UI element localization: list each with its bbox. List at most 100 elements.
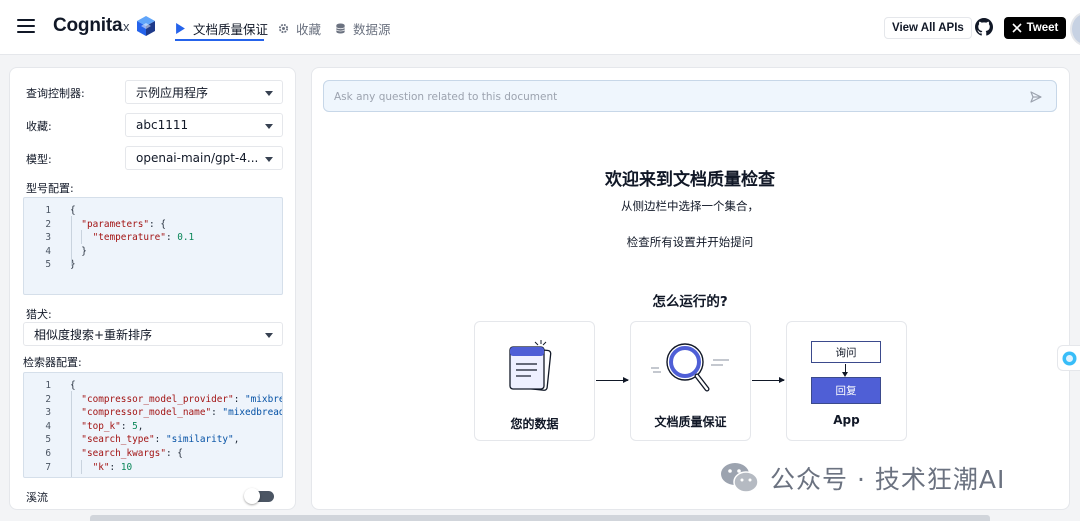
code-line: 6 "search_kwargs": { (24, 447, 282, 461)
top-header: Cognita x 文档质量保证 收藏 数据源 View All APIs Tw… (0, 0, 1080, 55)
code-text: "search_kwargs": { (81, 448, 183, 459)
chevron-down-icon (265, 333, 273, 338)
code-line: 4 } (24, 245, 282, 259)
flow-arrow (596, 377, 629, 383)
cube-logo-icon (137, 16, 155, 36)
model-value: openai-main/gpt-4... (136, 151, 259, 165)
retriever-config-editor[interactable]: 1{2 "compressor_model_provider": "mixbre… (23, 372, 283, 478)
step-label: 文档质量保证 (654, 415, 727, 429)
send-icon[interactable] (1030, 91, 1042, 103)
tab-collections[interactable]: 收藏 (278, 16, 321, 40)
brand-name: Cognita (53, 15, 123, 36)
welcome-instructions: 检查所有设置并开始提问 (626, 235, 754, 249)
step-label: App (833, 413, 860, 427)
view-all-apis-button[interactable]: View All APIs (884, 17, 972, 39)
model-config-editor[interactable]: 1{2 "parameters": {3 "temperature": 0.1 4… (23, 197, 283, 295)
x-logo-icon (1012, 23, 1022, 33)
line-number: 7 (45, 461, 51, 473)
indent-guide (81, 230, 82, 244)
query-controller-select[interactable]: 示例应用程序 (125, 80, 283, 104)
avatar[interactable] (1070, 12, 1080, 46)
app-flow-arrow (842, 364, 848, 377)
retriever-config-label: 检索器配置: (23, 356, 82, 369)
toggle-knob (244, 488, 260, 504)
query-controller-label: 查询控制器: (26, 87, 85, 100)
retriever-label: 猎犬: (26, 308, 52, 321)
line-number: 5 (45, 434, 51, 446)
tab-label: 数据源 (353, 21, 391, 37)
model-select[interactable]: openai-main/gpt-4... (125, 146, 283, 170)
tab-data-sources[interactable]: 数据源 (335, 16, 391, 40)
wechat-watermark: 公众号 · 技术狂潮AI (720, 458, 1005, 498)
indent-guide (81, 460, 82, 474)
collection-select[interactable]: abc1111 (125, 113, 283, 137)
retriever-select[interactable]: 相似度搜索+重新排序 (23, 322, 283, 346)
model-label: 模型: (26, 153, 52, 166)
chevron-down-icon (265, 91, 273, 96)
code-line: 5} (24, 258, 282, 272)
indent-guide (71, 391, 72, 477)
stream-toggle[interactable] (244, 488, 274, 504)
code-text: } (70, 245, 87, 257)
question-input-box (323, 80, 1057, 112)
line-number: 2 (45, 393, 51, 405)
code-line: 5 "search_type": "similarity", (24, 433, 282, 447)
wechat-icon (721, 463, 759, 493)
code-text: "top_k": 5, (81, 420, 144, 432)
documents-icon (509, 340, 552, 391)
code-text: "parameters": { (81, 218, 166, 230)
chevron-down-icon (265, 124, 273, 129)
assistant-icon (1062, 351, 1077, 366)
code-line: 4 "top_k": 5, (24, 420, 282, 434)
app-query-box: 询问 (811, 341, 881, 363)
line-number: 4 (45, 245, 51, 257)
tab-document-qa[interactable]: 文档质量保证 (175, 16, 268, 40)
line-number: 3 (45, 232, 51, 244)
magnifier-icon (651, 343, 729, 392)
model-config-label: 型号配置: (26, 182, 74, 195)
chat-panel (311, 67, 1070, 510)
tweet-label: Tweet (1026, 22, 1059, 34)
line-number: 2 (45, 218, 51, 230)
line-number: 3 (45, 407, 51, 419)
welcome-title: 欢迎来到文档质量检查 (605, 170, 775, 190)
collection-label: 收藏: (26, 120, 52, 133)
line-number: 1 (45, 380, 51, 391)
code-line: 1{ (24, 379, 282, 393)
active-tab-indicator (175, 39, 264, 41)
menu-icon[interactable] (17, 19, 35, 33)
line-number: 1 (45, 205, 51, 216)
code-text: "k": 10 (92, 461, 133, 473)
query-controller-value: 示例应用程序 (136, 85, 209, 100)
code-line: 7 "k": 10 (24, 461, 282, 475)
database-icon (336, 22, 345, 34)
step-card-document-qa: 文档质量保证 (630, 321, 751, 441)
question-input[interactable] (334, 89, 1014, 105)
tweet-button[interactable]: Tweet (1004, 17, 1066, 39)
line-number: 4 (45, 420, 51, 432)
line-number: 6 (45, 448, 51, 459)
welcome-subtitle: 从侧边栏中选择一个集合， (621, 199, 759, 213)
code-line: 3 "compressor_model_name": "mixedbread-a… (24, 406, 282, 420)
tab-label: 收藏 (296, 21, 322, 37)
step-label: 您的数据 (510, 417, 559, 431)
flow-arrow (752, 377, 785, 383)
watermark-text: 公众号 · 技术狂潮AI (770, 465, 1006, 494)
collection-value: abc1111 (136, 118, 189, 132)
indent-guide (71, 216, 72, 266)
code-text: "temperature": 0.1 (92, 232, 195, 244)
code-text: "compressor_model_provider": "mixbread-a… (81, 393, 282, 405)
gear-icon (278, 23, 289, 33)
code-line: 2 "parameters": { (24, 218, 282, 232)
retriever-value: 相似度搜索+重新排序 (34, 327, 153, 342)
floating-assistant-button[interactable] (1057, 345, 1080, 371)
how-it-works-title: 怎么运行的? (652, 294, 728, 310)
code-line: 2 "compressor_model_provider": "mixbread… (24, 393, 282, 407)
brand-x: x (123, 19, 130, 34)
chevron-down-icon (265, 157, 273, 162)
step-card-your-data: 您的数据 (474, 321, 595, 441)
code-text: "compressor_model_name": "mixedbread-ai/… (81, 407, 282, 419)
github-icon[interactable] (975, 18, 993, 36)
code-text: "search_type": "similarity", (81, 434, 240, 446)
stream-label: 溪流 (26, 491, 48, 504)
